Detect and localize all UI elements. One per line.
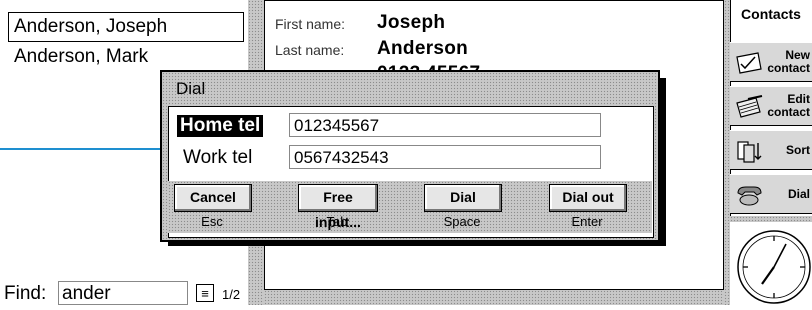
first-name-label: First name:	[275, 16, 346, 32]
dial-key-hint: Space	[443, 214, 481, 229]
dial-confirm-button[interactable]: Dial	[424, 184, 502, 212]
list-item-selected[interactable]: Anderson, Joseph	[8, 12, 244, 42]
dialog-button-bar: Cancel Esc Free input... Tab Dial Space …	[168, 181, 652, 233]
dial-button[interactable]: Dial	[730, 174, 812, 214]
edit-card-icon	[736, 95, 763, 118]
clock-icon	[737, 230, 811, 304]
work-tel-input[interactable]: 0567432543	[289, 145, 601, 169]
command-bar-title: Contacts	[741, 6, 801, 22]
home-tel-label[interactable]: Home tel	[177, 115, 264, 137]
cancel-key-hint: Esc	[201, 214, 223, 229]
home-tel-input[interactable]: 012345567	[289, 113, 601, 137]
last-name-value: Anderson	[377, 38, 469, 59]
sort-label: Sort	[786, 143, 810, 157]
dial-out-key-hint: Enter	[571, 214, 603, 229]
page-count: 1/2	[222, 287, 241, 302]
dialog-title: Dial	[176, 79, 206, 98]
list-icon[interactable]: ≡	[196, 284, 214, 302]
work-tel-label[interactable]: Work tel	[180, 147, 255, 169]
free-input-button[interactable]: Free input...	[298, 184, 378, 230]
pointer-line	[0, 148, 178, 150]
edit-contact-button[interactable]: Edit contact	[730, 86, 812, 126]
sort-button[interactable]: Sort	[730, 130, 812, 170]
clock[interactable]	[730, 222, 812, 305]
new-contact-button[interactable]: New contact	[730, 42, 812, 82]
cancel-button[interactable]: Cancel	[174, 184, 252, 212]
edit-contact-label: Edit contact	[767, 92, 810, 119]
free-input-key-hint: Tab	[326, 214, 348, 229]
find-input[interactable]: ander	[58, 281, 188, 305]
last-name-label: Last name:	[275, 42, 345, 58]
dial-dialog: Dial Home tel 012345567 Work tel 0567432…	[160, 70, 660, 242]
dial-label: Dial	[787, 187, 810, 201]
new-contact-label: New contact	[767, 48, 810, 75]
find-label: Find:	[4, 283, 47, 304]
list-footer-gap	[0, 270, 248, 280]
first-name-value: Joseph	[377, 12, 446, 33]
new-card-icon	[736, 52, 762, 74]
phone-icon	[737, 186, 762, 206]
status-strip	[264, 290, 724, 305]
list-item[interactable]: Anderson, Mark	[14, 46, 148, 68]
dial-out-button[interactable]: Dial out	[549, 184, 627, 212]
sort-icon	[737, 141, 762, 163]
